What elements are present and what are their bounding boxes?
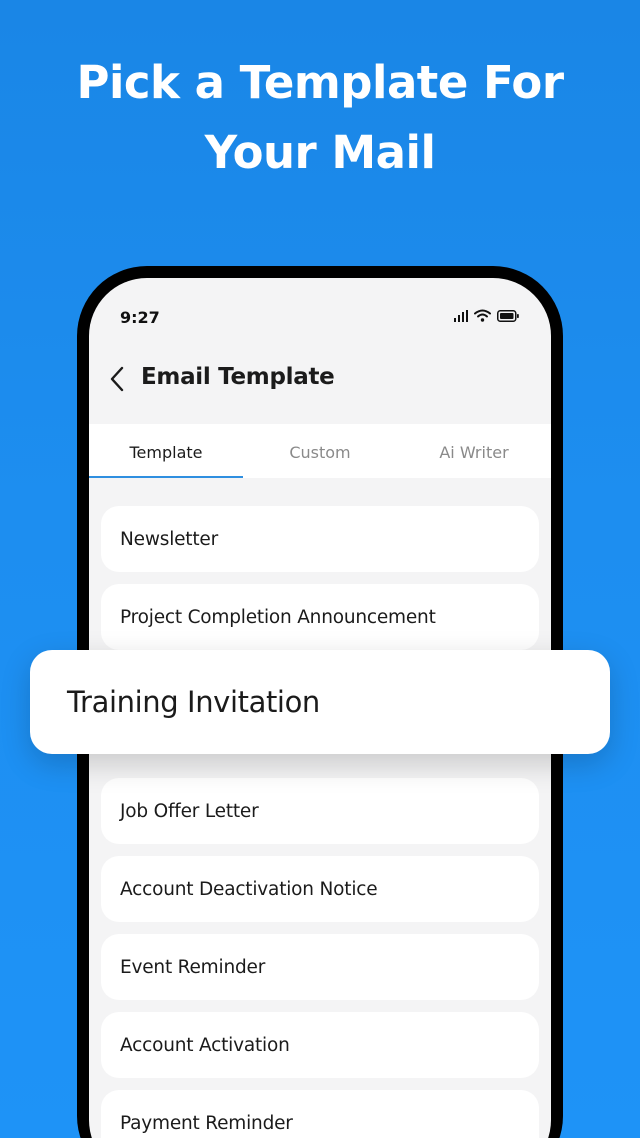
template-item-event-reminder[interactable]: Event Reminder [101,934,539,1000]
template-item-newsletter[interactable]: Newsletter [101,506,539,572]
promo-headline: Pick a Template For Your Mail [0,48,640,188]
status-icons [454,309,519,322]
template-item-training-invitation[interactable]: Training Invitation [30,650,610,754]
battery-icon [497,309,519,322]
page-title: Email Template [141,364,335,390]
tab-ai-writer[interactable]: Ai Writer [397,424,551,478]
template-item-account-activation[interactable]: Account Activation [101,1012,539,1078]
template-tabs: Template Custom Ai Writer [89,424,551,478]
wifi-icon [474,309,491,322]
template-item-project-completion[interactable]: Project Completion Announcement [101,584,539,650]
template-item-job-offer[interactable]: Job Offer Letter [101,778,539,844]
headline-line-2: Your Mail [204,126,436,179]
template-item-account-deactivation[interactable]: Account Deactivation Notice [101,856,539,922]
chevron-left-icon [110,366,124,392]
tab-custom[interactable]: Custom [243,424,397,478]
status-time: 9:27 [120,308,160,327]
template-list: Newsletter Project Completion Announceme… [101,506,539,1138]
tab-template[interactable]: Template [89,424,243,478]
status-bar: 9:27 [89,278,551,338]
headline-line-1: Pick a Template For [76,56,564,109]
signal-icon [454,309,468,322]
back-button[interactable] [103,364,131,394]
template-item-payment-reminder[interactable]: Payment Reminder [101,1090,539,1138]
app-header: Email Template [89,350,551,410]
